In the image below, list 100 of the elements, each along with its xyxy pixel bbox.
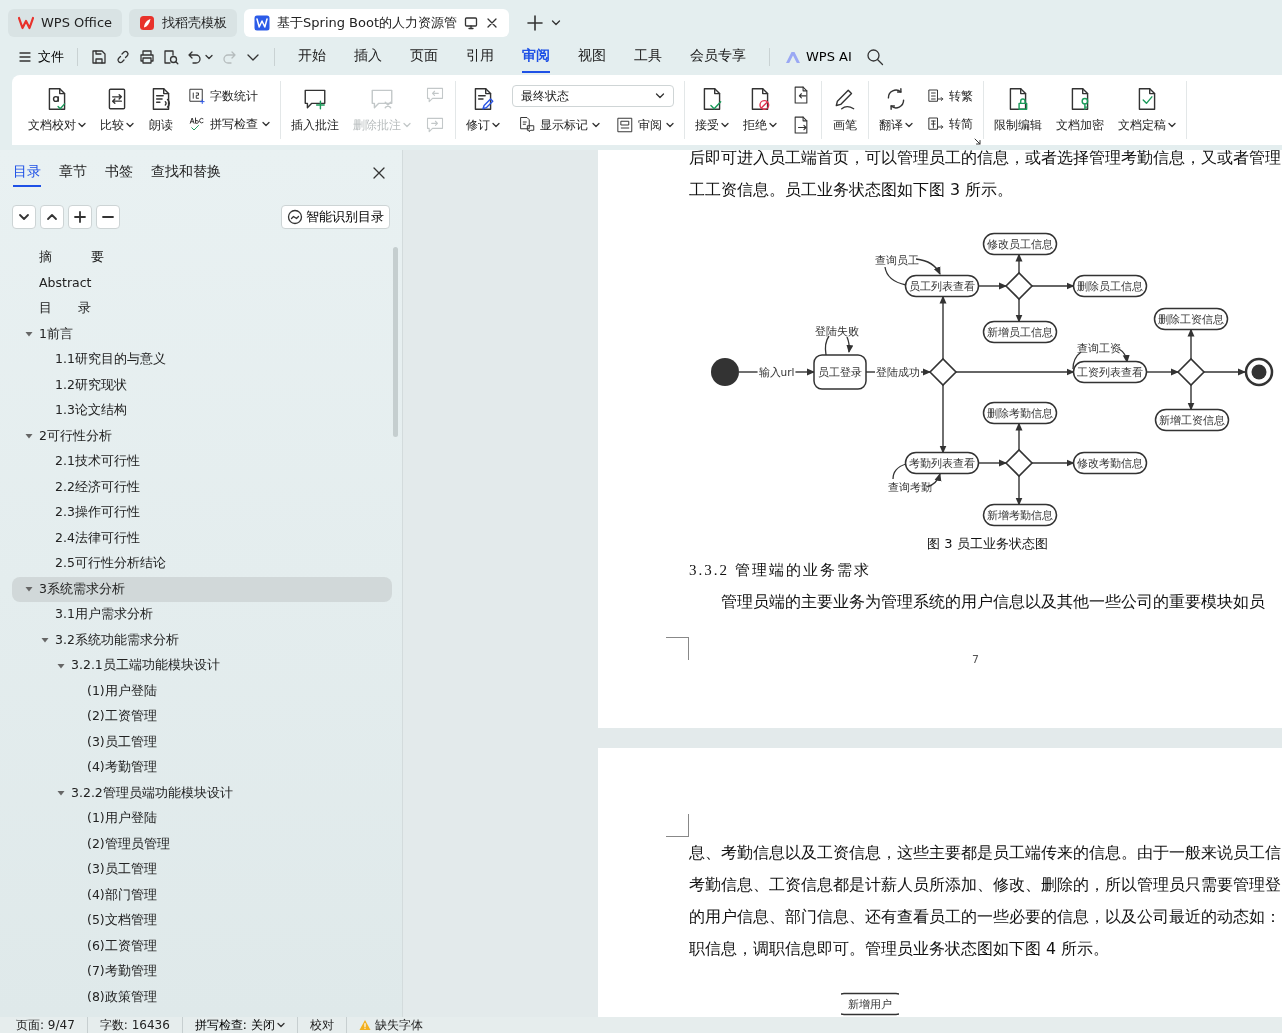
state-node: 新增用户 — [841, 992, 899, 1016]
outline-item[interactable]: (2)工资管理 — [12, 704, 392, 730]
menu-tab[interactable]: 开始 — [298, 40, 326, 74]
connector-line — [738, 371, 759, 373]
outline-item[interactable]: 1前言 — [12, 321, 392, 347]
ribbon-button[interactable]: 转繁 — [925, 86, 975, 106]
plus-button[interactable] — [68, 205, 92, 229]
ribbon-button[interactable]: 转简 — [925, 114, 975, 134]
ribbon-button[interactable]: 拒绝 — [741, 84, 779, 136]
outline-item[interactable]: 2.1技术可行性 — [12, 449, 392, 475]
menu-tab[interactable]: 插入 — [354, 40, 382, 74]
outline-item[interactable]: (8)政策管理 — [12, 984, 392, 1010]
outline-item[interactable]: 2可行性分析 — [12, 423, 392, 449]
printer-icon — [139, 49, 155, 65]
menu-tab[interactable]: 审阅 — [522, 40, 550, 74]
chevron-up-button[interactable] — [40, 205, 64, 229]
arrow — [1203, 368, 1246, 376]
close-icon[interactable] — [372, 166, 386, 180]
outline-item[interactable]: (4)部门管理 — [12, 882, 392, 908]
outline-item[interactable]: 3.2系统功能需求分析 — [12, 627, 392, 653]
outline-item[interactable]: 2.2经济可行性 — [12, 474, 392, 500]
panel-tab[interactable]: 章节 — [59, 159, 87, 187]
status-dropdown[interactable]: 拼写检查: 关闭 — [194, 1017, 285, 1033]
menu-tab[interactable]: 引用 — [466, 40, 494, 74]
ribbon-button[interactable]: 拼写检查 — [186, 114, 272, 134]
outline-item[interactable]: (3)员工管理 — [12, 729, 392, 755]
ribbon-button[interactable]: 审阅 — [614, 115, 676, 135]
menu-tab[interactable]: 工具 — [634, 40, 662, 74]
plus-icon[interactable] — [526, 14, 545, 32]
ribbon-button[interactable]: 修订 — [464, 84, 502, 136]
chevron-down-icon[interactable] — [551, 19, 562, 27]
menu-tab[interactable]: 会员专享 — [690, 40, 746, 74]
outline-item[interactable]: 2.4法律可行性 — [12, 525, 392, 551]
outline-item[interactable]: (3)员工管理 — [12, 857, 392, 883]
ribbon-button[interactable]: 文档校对 — [26, 84, 88, 136]
outline-item[interactable]: 1.3论文结构 — [12, 398, 392, 424]
panel-tab[interactable]: 目录 — [13, 159, 41, 187]
chevron-down-button[interactable] — [12, 205, 36, 229]
status-text: 页面: 9/47 — [16, 1017, 75, 1033]
ribbon-button[interactable]: 限制编辑 — [992, 84, 1044, 136]
state-node: 修改考勤信息 — [1072, 451, 1148, 475]
edge-label: 登陆失败 — [815, 324, 859, 337]
outline-item[interactable]: (1)用户登陆 — [12, 678, 392, 704]
ribbon-button[interactable]: 翻译 — [877, 84, 915, 136]
ribbon-button[interactable]: 文档定稿 — [1116, 84, 1178, 136]
outline-item[interactable]: 1.2研究现状 — [12, 372, 392, 398]
comment-arrow-icon — [425, 115, 445, 135]
outline-item[interactable]: 3系统需求分析 — [12, 576, 392, 602]
outline-item[interactable]: 目 录 — [12, 296, 392, 322]
menu-tab[interactable]: 页面 — [410, 40, 438, 74]
leaf-logo-icon — [139, 15, 156, 31]
outline-item[interactable]: (1)用户登陆 — [12, 806, 392, 832]
ribbon-button[interactable]: 画笔 — [830, 84, 860, 136]
outline-item[interactable]: (4)考勤管理 — [12, 755, 392, 781]
arrow — [1031, 459, 1075, 467]
ribbon-button[interactable]: 文档加密 — [1054, 84, 1106, 136]
outline-item[interactable]: (5)文档管理 — [12, 908, 392, 934]
arrow — [939, 295, 947, 360]
ribbon-button[interactable]: 接受 — [693, 84, 731, 136]
monitor-icon[interactable] — [464, 16, 479, 30]
body-text-line: 息、考勤信息以及工资信息，这些主要都是员工端传来的信息。由于一般来说员工信 — [689, 842, 1282, 864]
ribbon-button[interactable]: 字数统计 — [186, 86, 272, 106]
ribbon-button[interactable]: 显示标记 — [516, 115, 602, 135]
menu-tab[interactable]: 视图 — [578, 40, 606, 74]
dialog-launcher-icon[interactable] — [974, 138, 981, 145]
state-node: 工资列表查看 — [1072, 360, 1148, 384]
view-mode-select[interactable]: 最终状态 — [512, 85, 674, 107]
ai-button[interactable]: WPS AI — [779, 47, 858, 67]
scrollbar-thumb[interactable] — [393, 247, 398, 437]
window-tab[interactable]: 基于Spring Boot的人力资源管 — [244, 9, 510, 37]
window-tab[interactable]: 找稻壳模板 — [129, 9, 238, 37]
outline-item[interactable]: 摘 要 — [12, 245, 392, 271]
panel-tab[interactable]: 查找和替换 — [151, 159, 221, 187]
state-node: 新增考勤信息 — [982, 503, 1058, 527]
smart-outline-button[interactable]: 智能识别目录 — [281, 205, 390, 229]
ribbon-button[interactable]: 比较 — [98, 84, 136, 136]
arrow — [920, 368, 931, 376]
panel-tab[interactable]: 书签 — [105, 159, 133, 187]
status-text: 校对 — [309, 1017, 334, 1033]
outline-item[interactable]: 3.2.2管理员端功能模块设计 — [12, 780, 392, 806]
loop-line — [892, 463, 907, 480]
outline-item[interactable]: 3.1用户需求分析 — [12, 602, 392, 628]
outline-item[interactable]: 1.1研究目的与意义 — [12, 347, 392, 373]
outline-item[interactable]: 2.5可行性分析结论 — [12, 551, 392, 577]
outline-item[interactable]: (7)考勤管理 — [12, 959, 392, 985]
outline-item[interactable]: 3.2.1员工端功能模块设计 — [12, 653, 392, 679]
outline-item[interactable]: 2.3操作可行性 — [12, 500, 392, 526]
window-tab[interactable]: WPS Office — [8, 9, 123, 37]
outline-item[interactable]: Abstract — [12, 270, 392, 296]
redo-icon — [221, 49, 237, 65]
body-text-line: 考勤信息、工资信息都是计薪人员所添加、修改、删除的，所以管理员只需要管理登 — [689, 874, 1282, 896]
file-menu[interactable]: 文件 — [14, 44, 68, 70]
outline-item[interactable]: (2)管理员管理 — [12, 831, 392, 857]
search-icon[interactable] — [865, 48, 884, 66]
ribbon-button[interactable]: 插入批注 — [289, 84, 341, 136]
edge-label: 查询考勤 — [888, 480, 932, 493]
minus-button[interactable] — [96, 205, 120, 229]
ribbon-button[interactable]: 朗读 — [146, 84, 176, 136]
state-node: 新增工资信息 — [1154, 408, 1230, 432]
outline-item[interactable]: (6)工资管理 — [12, 933, 392, 959]
